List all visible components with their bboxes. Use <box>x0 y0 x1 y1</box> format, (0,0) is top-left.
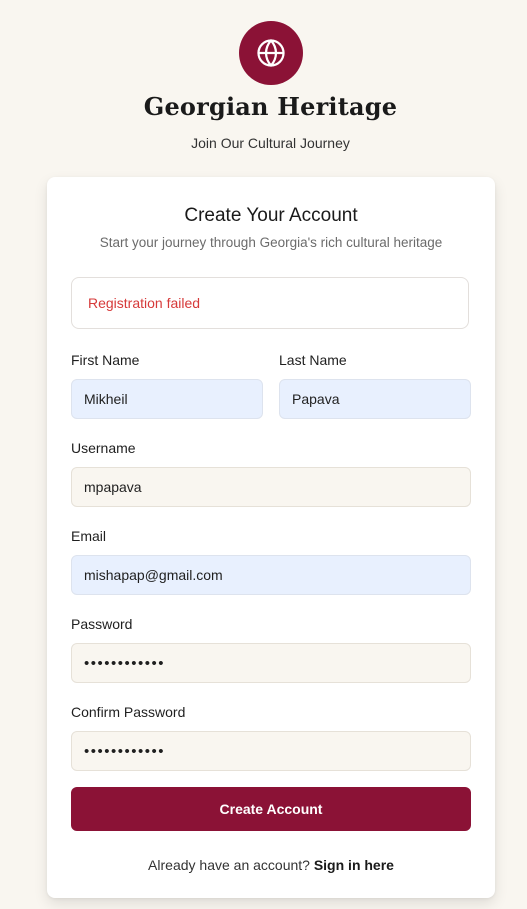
first-name-label: First Name <box>71 352 140 368</box>
sign-in-prompt: Already have an account? Sign in here <box>47 857 495 873</box>
username-input[interactable] <box>71 467 471 507</box>
last-name-label: Last Name <box>279 352 347 368</box>
sign-in-link[interactable]: Sign in here <box>314 857 394 873</box>
card-title: Create Your Account <box>184 205 358 226</box>
username-label: Username <box>71 440 136 456</box>
card-subtitle: Start your journey through Georgia's ric… <box>99 235 443 250</box>
last-name-input[interactable] <box>279 379 471 419</box>
error-message: Registration failed <box>88 295 201 311</box>
first-name-input[interactable] <box>71 379 263 419</box>
email-label: Email <box>71 528 107 544</box>
logo <box>239 21 303 85</box>
sign-in-prompt-text: Already have an account? <box>148 857 310 873</box>
confirm-password-input[interactable] <box>71 731 471 771</box>
password-label: Password <box>71 616 133 632</box>
registration-card: Create Your Account Start your journey t… <box>47 177 495 898</box>
brand-subtitle: Join Our Cultural Journey <box>191 135 350 151</box>
create-account-button[interactable]: Create Account <box>71 787 471 831</box>
error-alert: Registration failed <box>71 277 469 329</box>
confirm-password-label: Confirm Password <box>71 704 186 720</box>
globe-icon <box>257 39 285 67</box>
password-input[interactable] <box>71 643 471 683</box>
email-input[interactable] <box>71 555 471 595</box>
brand-title: Georgian Heritage <box>143 92 398 121</box>
